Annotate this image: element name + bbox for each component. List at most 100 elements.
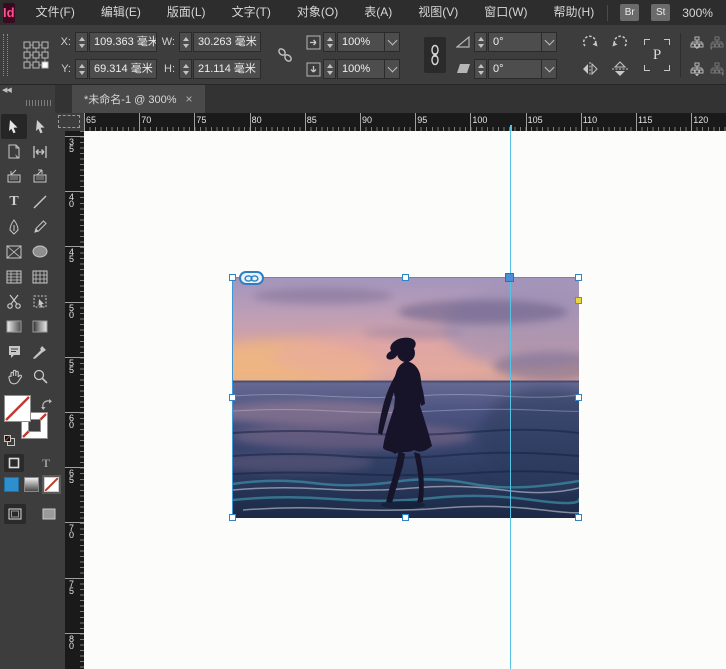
handle-middle-left[interactable] <box>229 394 236 401</box>
vertical-guide[interactable] <box>510 131 511 669</box>
apply-color-button[interactable] <box>4 477 19 492</box>
menu-item-8[interactable]: 帮助(H) <box>541 0 608 25</box>
scale-y-stepper[interactable] <box>323 59 336 79</box>
gradient-swatch-tool[interactable] <box>1 314 27 339</box>
panel-grip[interactable] <box>3 34 8 76</box>
selection-tool[interactable] <box>1 114 27 139</box>
handle-bottom-right[interactable] <box>575 514 582 521</box>
scale-x-stepper[interactable] <box>323 32 336 52</box>
shear-input[interactable]: 0° <box>488 59 542 79</box>
w-stepper[interactable] <box>179 32 192 52</box>
vertical-ruler[interactable]: 3 54 04 55 05 56 06 57 07 58 0 <box>65 131 84 669</box>
gap-tool[interactable] <box>27 139 53 164</box>
pen-icon <box>7 219 21 235</box>
handle-top-left[interactable] <box>229 274 236 281</box>
pasteboard[interactable] <box>84 131 726 669</box>
rotate-cw-button[interactable] <box>578 32 602 52</box>
zoom-level-select[interactable]: 300% <box>682 6 713 20</box>
menu-item-7[interactable]: 窗口(W) <box>471 0 540 25</box>
handle-top-right[interactable] <box>575 274 582 281</box>
gradient-feather-tool[interactable] <box>27 314 53 339</box>
format-container-button[interactable] <box>4 454 24 472</box>
vertical-grid-tool[interactable] <box>27 264 53 289</box>
constrain-dimensions-button[interactable] <box>276 46 294 64</box>
y-input[interactable]: 69.314 毫米 <box>89 59 157 79</box>
stock-button[interactable]: St <box>651 4 670 21</box>
apply-gradient-button[interactable] <box>24 477 39 492</box>
rotate-ccw-button[interactable] <box>608 32 632 52</box>
link-badge[interactable] <box>239 271 264 285</box>
pen-tool[interactable] <box>1 214 27 239</box>
bridge-button[interactable]: Br <box>620 4 639 21</box>
preview-view-button[interactable] <box>38 504 60 524</box>
scissors-tool[interactable] <box>1 289 27 314</box>
corner-editor-handle[interactable] <box>575 297 582 304</box>
shear-dropdown[interactable] <box>542 59 557 79</box>
type-tool[interactable]: T <box>1 189 27 214</box>
handle-top-center[interactable] <box>402 274 409 281</box>
shear-stepper[interactable] <box>474 59 487 79</box>
w-input[interactable]: 30.263 毫米 <box>193 32 261 52</box>
note-tool[interactable] <box>1 339 27 364</box>
rotation-stepper[interactable] <box>474 32 487 52</box>
menu-item-6[interactable]: 视图(V) <box>405 0 471 25</box>
h-input[interactable]: 21.114 毫米 <box>193 59 261 79</box>
select-content-button[interactable] <box>688 33 705 52</box>
hand-tool[interactable] <box>1 364 27 389</box>
direct-selection-tool[interactable] <box>27 114 53 139</box>
select-next-object-button[interactable] <box>708 59 725 78</box>
handle-bottom-center[interactable] <box>402 514 409 521</box>
handle-middle-right[interactable] <box>575 394 582 401</box>
reference-point-proxy[interactable] <box>23 41 49 69</box>
eyedropper-tool[interactable] <box>27 339 53 364</box>
placed-image-frame[interactable] <box>232 277 578 517</box>
format-text-button[interactable]: T <box>36 454 56 472</box>
free-transform-tool[interactable] <box>27 289 53 314</box>
apply-none-button[interactable] <box>44 477 59 492</box>
horizontal-ruler[interactable]: 65707580859095100105110115120 <box>84 113 726 131</box>
scale-y-dropdown[interactable] <box>385 59 400 79</box>
x-input[interactable]: 109.363 毫米 <box>89 32 157 52</box>
rotate-cw-icon <box>581 34 599 50</box>
h-stepper[interactable] <box>179 59 192 79</box>
horizontal-grid-tool[interactable] <box>1 264 27 289</box>
x-stepper[interactable] <box>75 32 88 52</box>
content-collector-tool[interactable] <box>1 164 27 189</box>
collapse-panel-icon[interactable]: ◀◀ <box>2 86 11 94</box>
rotation-dropdown[interactable] <box>542 32 557 52</box>
normal-view-button[interactable] <box>4 504 26 524</box>
menu-item-5[interactable]: 表(A) <box>351 0 405 25</box>
handle-bottom-left[interactable] <box>229 514 236 521</box>
line-tool[interactable] <box>27 189 53 214</box>
ruler-origin[interactable] <box>55 113 84 131</box>
rotation-input[interactable]: 0° <box>488 32 542 52</box>
panel-drag-grip[interactable] <box>26 100 52 106</box>
menu-item-3[interactable]: 文字(T) <box>219 0 284 25</box>
y-stepper[interactable] <box>75 59 88 79</box>
rectangle-frame-tool[interactable] <box>1 239 27 264</box>
default-fill-stroke-icon[interactable] <box>4 433 15 451</box>
page-tool[interactable] <box>1 139 27 164</box>
document-tab[interactable]: *未命名-1 @ 300% × <box>72 85 205 113</box>
scale-x-input[interactable]: 100% <box>337 32 385 52</box>
pencil-tool[interactable] <box>27 214 53 239</box>
menu-item-1[interactable]: 编辑(E) <box>88 0 154 25</box>
tab-close-icon[interactable]: × <box>185 93 192 105</box>
flip-horizontal-button[interactable] <box>578 59 602 79</box>
menu-item-0[interactable]: 文件(F) <box>23 0 88 25</box>
zoom-tool[interactable] <box>27 364 53 389</box>
fill-swatch[interactable] <box>4 395 31 422</box>
flip-vertical-button[interactable] <box>608 59 632 79</box>
select-container-hier-button[interactable] <box>688 59 705 78</box>
menu-item-4[interactable]: 对象(O) <box>284 0 351 25</box>
guide-intersection-handle[interactable] <box>505 273 514 282</box>
scale-x-dropdown[interactable] <box>385 32 400 52</box>
content-placer-tool[interactable] <box>27 164 53 189</box>
select-previous-object-button[interactable] <box>708 33 725 52</box>
menu-item-2[interactable]: 版面(L) <box>154 0 219 25</box>
ellipse-tool[interactable] <box>27 239 53 264</box>
constrain-scale-button[interactable] <box>424 37 446 73</box>
scale-y-input[interactable]: 100% <box>337 59 385 79</box>
v-ruler-tick <box>65 633 84 634</box>
select-container-button[interactable]: P <box>642 36 672 74</box>
